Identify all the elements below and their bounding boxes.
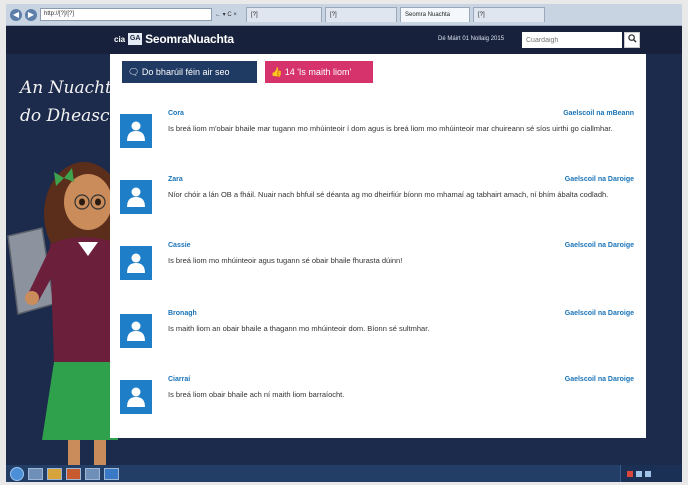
comment-text: Is breá liom obair bhaile ach ní maith l… [168,390,345,399]
avatar [120,380,152,414]
logo-badge: GA [128,33,143,45]
background-heading-line-1: An Nuacht [20,78,112,98]
site-header: cia GA SeomraNuachta Dé Máirt 01 Nollaig… [6,26,682,54]
taskbar-app-icon[interactable] [85,467,100,480]
user-icon [127,387,145,407]
like-button[interactable]: 👍 14 'Is maith liom' [265,61,373,83]
comments-panel: 🗨 Do bharúil féin air seo 👍 14 'Is maith… [110,54,646,438]
taskbar-app-icon[interactable] [28,467,43,480]
os-taskbar [6,465,682,482]
search-button[interactable] [624,32,640,48]
comment-item: Cassie Gaelscoil na Daroige Is breá liom… [120,242,638,298]
forward-button[interactable]: ▶ [25,8,37,21]
network-icon[interactable] [636,470,642,477]
logo-prefix: cia [114,34,126,44]
tray-status-icon[interactable] [627,470,633,477]
folder-icon[interactable] [47,467,62,480]
site-logo[interactable]: cia GA SeomraNuachta [114,32,234,46]
user-icon [127,253,145,273]
comment-text: Is breá liom mo mhúinteoir agus tugann s… [168,256,403,265]
volume-icon[interactable] [645,470,651,477]
search-input[interactable] [522,32,622,48]
address-tools[interactable]: ← ▾ C × [215,11,243,18]
comment-item: Cora Gaelscoil na mBeann Is breá liom m'… [120,110,638,166]
background-heading-line-2: do Dheasc [20,106,110,126]
comment-item: Zara Gaelscoil na Daroige Níor chóir a l… [120,176,638,232]
back-button[interactable]: ◀ [10,8,22,21]
comment-author[interactable]: Cora [168,110,184,117]
comment-text: Níor chóir a lán OB a fháil. Nuair nach … [168,190,609,199]
logo-text: SeomraNuachta [145,32,234,46]
comment-author[interactable]: Bronagh [168,310,197,317]
browser-tab-1[interactable]: [?] [246,7,322,22]
comment-author[interactable]: Zara [168,176,183,183]
browser-tab-2[interactable]: [?] [325,7,397,22]
comment-school[interactable]: Gaelscoil na Daroige [565,242,634,249]
cartoon-girl-illustration [7,162,118,482]
system-tray [620,465,682,482]
comment-author[interactable]: Cassie [168,242,191,249]
browser-tab-seomra-nuachta[interactable]: Seomra Nuachta [400,7,470,22]
avatar [120,314,152,348]
comment-item: Bronagh Gaelscoil na Daroige Is maith li… [120,310,638,366]
browser-icon[interactable] [104,467,119,480]
give-opinion-button[interactable]: 🗨 Do bharúil féin air seo [122,61,257,83]
start-button[interactable] [10,466,24,481]
avatar [120,246,152,280]
avatar [120,180,152,214]
comment-text: Is maith liom an obair bhaile a thagann … [168,324,430,333]
address-bar[interactable]: http://[?]/[?] [40,8,212,21]
screen-frame: ◀ ▶ http://[?]/[?] ← ▾ C × [?] [?] Seomr… [6,4,682,482]
header-date: Dé Máirt 01 Nollaig 2015 [438,36,505,42]
comment-school[interactable]: Gaelscoil na Daroige [565,176,634,183]
media-player-icon[interactable] [66,467,81,480]
user-icon [127,121,145,141]
user-icon [127,321,145,341]
browser-toolbar: ◀ ▶ http://[?]/[?] ← ▾ C × [?] [?] Seomr… [6,4,682,26]
comment-text: Is breá liom m'obair bhaile mar tugann m… [168,124,613,133]
comment-school[interactable]: Gaelscoil na Daroige [565,310,634,317]
comment-school[interactable]: Gaelscoil na Daroige [565,376,634,383]
comment-item: Ciarraí Gaelscoil na Daroige Is breá lio… [120,376,638,432]
comment-author[interactable]: Ciarraí [168,376,190,383]
user-icon [127,187,145,207]
comment-school[interactable]: Gaelscoil na mBeann [563,110,634,117]
browser-tab-4[interactable]: [?] [473,7,545,22]
magnifier-icon [627,34,637,43]
avatar [120,114,152,148]
